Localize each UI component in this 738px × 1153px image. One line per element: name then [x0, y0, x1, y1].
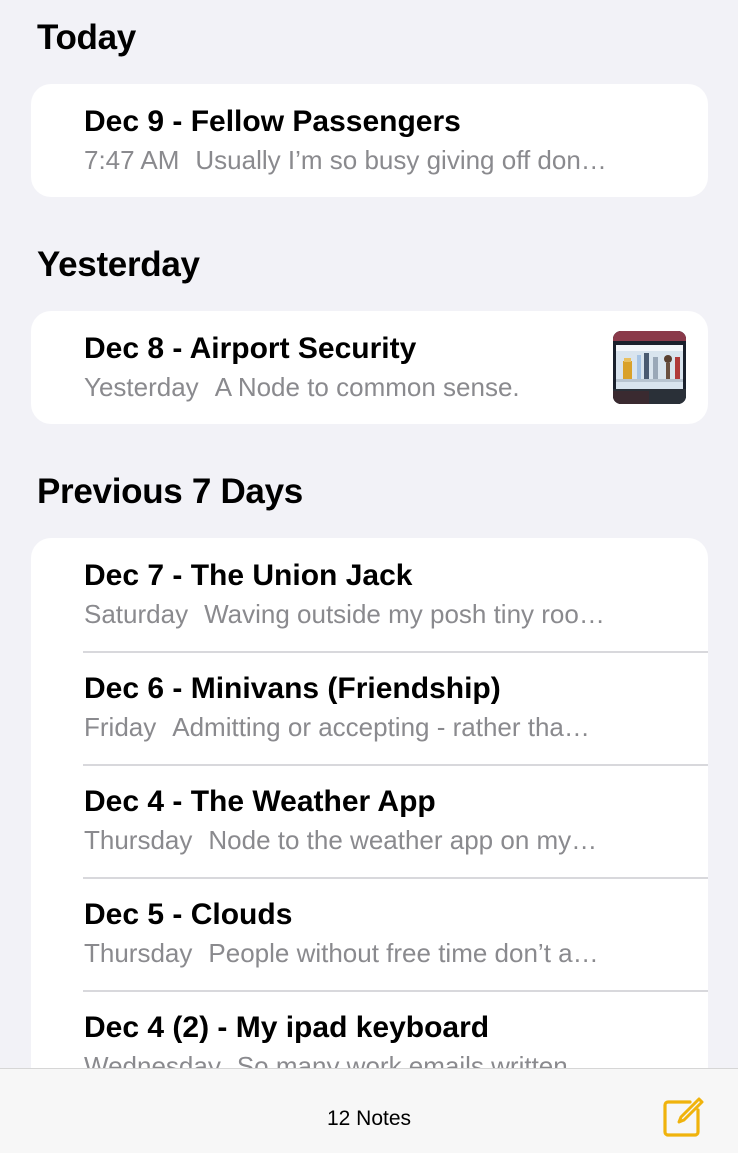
note-date: Yesterday — [84, 372, 199, 402]
note-title: Dec 9 - Fellow Passengers — [84, 105, 461, 138]
section-card-yesterday: Dec 8 - Airport Security Yesterday A Node… — [31, 311, 708, 424]
note-row[interactable]: Dec 9 - Fellow Passengers 7:47 AM Usually… — [31, 84, 708, 197]
compose-icon[interactable] — [660, 1094, 706, 1140]
note-preview: So many work emails written… — [236, 1051, 594, 1068]
note-preview: Admitting or accepting - rather tha… — [172, 712, 590, 742]
note-row[interactable]: Dec 5 - Clouds Thursday People without fr… — [31, 877, 708, 990]
note-date: Friday — [84, 712, 157, 742]
note-title: Dec 5 - Clouds — [84, 898, 293, 931]
note-preview: A Node to common sense. — [214, 372, 520, 402]
note-date: Wednesday — [84, 1051, 221, 1068]
note-subtitle: Wednesday So many work emails written… — [84, 1050, 684, 1068]
note-subtitle: Thursday People without free time don’t a… — [84, 937, 684, 969]
note-date: 7:47 AM — [84, 145, 180, 175]
note-thumbnail-image — [613, 331, 686, 404]
note-row[interactable]: Dec 4 - The Weather App Thursday Node to … — [31, 764, 708, 877]
note-row[interactable]: Dec 4 (2) - My ipad keyboard Wednesday So… — [31, 990, 708, 1068]
note-preview: Node to the weather app on my… — [208, 825, 598, 855]
note-row[interactable]: Dec 6 - Minivans (Friendship) Friday Admi… — [31, 651, 708, 764]
note-row[interactable]: Dec 8 - Airport Security Yesterday A Node… — [31, 311, 708, 424]
note-title: Dec 8 - Airport Security — [84, 332, 417, 365]
note-title: Dec 4 - The Weather App — [84, 785, 436, 818]
note-title: Dec 4 (2) - My ipad keyboard — [84, 1011, 490, 1044]
note-subtitle: Yesterday A Node to common sense. — [84, 371, 604, 403]
section-title-today: Today — [37, 18, 136, 57]
section-title-yesterday: Yesterday — [37, 245, 200, 284]
note-preview: Waving outside my posh tiny roo… — [204, 599, 605, 629]
note-preview: Usually I’m so busy giving off don… — [195, 145, 607, 175]
note-preview: People without free time don’t a… — [208, 938, 599, 968]
note-date: Saturday — [84, 599, 189, 629]
section-title-previous-7-days: Previous 7 Days — [37, 472, 303, 511]
note-subtitle: Friday Admitting or accepting - rather th… — [84, 711, 684, 743]
note-date: Thursday — [84, 938, 193, 968]
note-subtitle: 7:47 AM Usually I’m so busy giving off do… — [84, 144, 684, 176]
section-card-previous-7-days: Dec 7 - The Union Jack Saturday Waving ou… — [31, 538, 708, 1068]
note-row[interactable]: Dec 7 - The Union Jack Saturday Waving ou… — [31, 538, 708, 651]
notes-list-screen: Today Dec 9 - Fellow Passengers 7:47 AM U… — [0, 0, 738, 1153]
note-subtitle: Thursday Node to the weather app on my… — [84, 824, 684, 856]
note-title: Dec 6 - Minivans (Friendship) — [84, 672, 501, 705]
bottom-toolbar: 12 Notes — [0, 1068, 738, 1153]
notes-scroll-area[interactable]: Today Dec 9 - Fellow Passengers 7:47 AM U… — [0, 0, 738, 1068]
note-date: Thursday — [84, 825, 193, 855]
notes-count: 12 Notes — [326, 1107, 412, 1130]
note-title: Dec 7 - The Union Jack — [84, 559, 413, 592]
note-subtitle: Saturday Waving outside my posh tiny roo… — [84, 598, 684, 630]
section-card-today: Dec 9 - Fellow Passengers 7:47 AM Usually… — [31, 84, 708, 197]
